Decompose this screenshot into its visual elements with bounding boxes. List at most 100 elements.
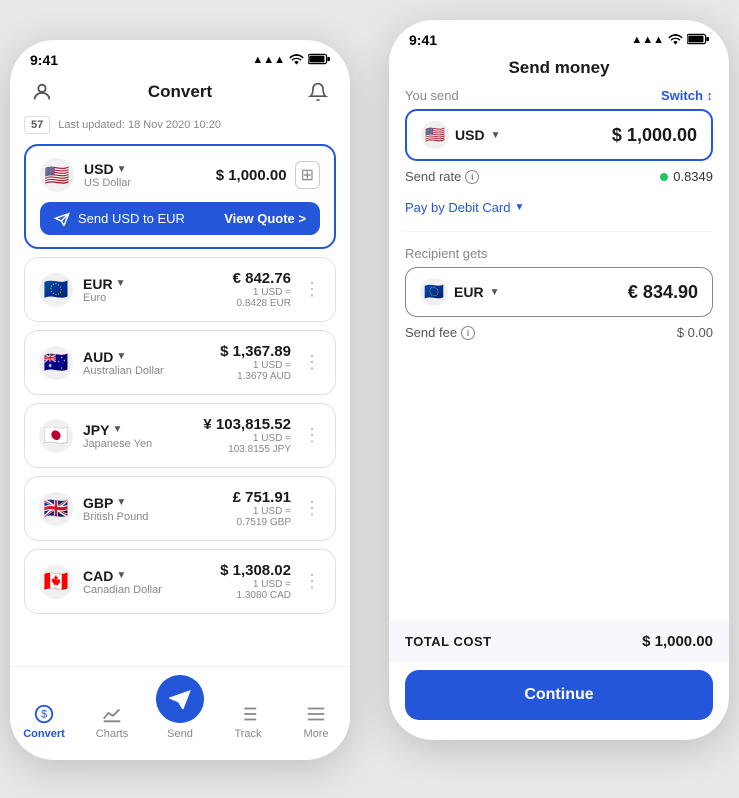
send-quote-row[interactable]: Send USD to EUR View Quote > [40,202,320,235]
gbp-more-icon[interactable]: ⋮ [299,498,321,519]
status-bar-right: 9:41 ▲▲▲ [389,20,729,52]
gbp-card[interactable]: 🇬🇧 GBP ▼ British Pound £ 751.91 1 USD =0… [24,476,336,541]
total-amount: $ 1,000.00 [642,633,713,650]
you-send-section: You send Switch ↕ 🇺🇸 USD ▼ $ 1,000.00 Se… [389,88,729,348]
you-send-label: You send [405,88,459,103]
eur-flag: 🇪🇺 [39,273,73,307]
aud-rate: 1 USD =1.3679 AUD [220,360,291,382]
send-fee-value: $ 0.00 [677,325,713,340]
send-amount: $ 1,000.00 [612,125,697,146]
usd-flag: 🇺🇸 [40,158,74,192]
battery-icon-right [687,33,709,48]
you-send-card[interactable]: 🇺🇸 USD ▼ $ 1,000.00 [405,109,713,161]
switch-button[interactable]: Switch ↕ [661,88,713,103]
nav-charts[interactable]: Charts [78,703,146,740]
jpy-code: JPY ▼ [83,422,152,438]
send-flag: 🇺🇸 [421,121,449,149]
nav-track[interactable]: Track [214,703,282,740]
aud-more-icon[interactable]: ⋮ [299,352,321,373]
divider-1 [405,231,713,232]
header-title-left: Convert [148,82,212,102]
eur-name: Euro [83,292,125,304]
wifi-icon-right [668,33,683,48]
jpy-name: Japanese Yen [83,438,152,450]
profile-icon[interactable] [28,78,56,106]
continue-button[interactable]: Continue [405,670,713,720]
cad-rate: 1 USD =1.3080 CAD [220,579,291,601]
send-fab[interactable] [156,675,204,723]
active-currency-card[interactable]: 🇺🇸 USD ▼ US Dollar $ 1,000. [24,144,336,249]
eur-rate: 1 USD =0.8428 EUR [233,287,291,309]
jpy-more-icon[interactable]: ⋮ [299,425,321,446]
battery-icon [308,53,330,68]
eur-code: EUR ▼ [83,276,125,292]
gbp-flag: 🇬🇧 [39,492,73,526]
signal-icon-right: ▲▲▲ [631,34,664,46]
send-currency-code: USD [455,127,485,143]
wifi-icon [289,53,304,68]
total-label: TOTAL COST [405,634,492,649]
send-rate-info-icon: i [465,170,479,184]
nav-more[interactable]: More [282,703,350,740]
usd-name: US Dollar [84,177,131,189]
spacer [389,348,729,613]
jpy-amount: ¥ 103,815.52 [203,416,291,433]
gbp-rate: 1 USD =0.7519 GBP [233,506,291,528]
view-quote-label[interactable]: View Quote > [224,211,306,226]
send-money-title: Send money [508,58,609,78]
send-rate-label: Send rate i [405,169,479,184]
eur-card[interactable]: 🇪🇺 EUR ▼ Euro € 842.76 1 USD =0.8428 EUR [24,257,336,322]
aud-amount: $ 1,367.89 [220,343,291,360]
gbp-amount: £ 751.91 [233,489,291,506]
cad-card[interactable]: 🇨🇦 CAD ▼ Canadian Dollar $ 1,308.02 1 US… [24,549,336,614]
jpy-card[interactable]: 🇯🇵 JPY ▼ Japanese Yen ¥ 103,815.52 1 USD… [24,403,336,468]
pay-by-debit-card[interactable]: Pay by Debit Card ▼ [405,200,524,215]
send-fee-row: Send fee i $ 0.00 [405,317,713,348]
send-rate-value: 0.8349 [660,169,713,184]
bell-icon[interactable] [304,78,332,106]
send-rate-row: Send rate i 0.8349 [405,161,713,192]
fee-info-icon: i [461,326,475,340]
bottom-nav: $ Convert Charts Send Track [10,666,350,760]
usd-code: USD ▼ [84,161,131,177]
recipient-flag: 🇪🇺 [420,278,448,306]
cad-more-icon[interactable]: ⋮ [299,571,321,592]
nav-track-label: Track [234,728,261,740]
eur-more-icon[interactable]: ⋮ [299,279,321,300]
nav-convert[interactable]: $ Convert [10,703,78,740]
recipient-gets-card[interactable]: 🇪🇺 EUR ▼ € 834.90 [405,267,713,317]
pay-method-chevron: ▼ [515,202,525,213]
cad-flag: 🇨🇦 [39,565,73,599]
status-bar-left: 9:41 ▲▲▲ [10,40,350,72]
right-phone: 9:41 ▲▲▲ Send money You send [389,20,729,740]
aud-code: AUD ▼ [83,349,164,365]
update-badge: 57 [24,116,50,134]
last-updated-bar: 57 Last updated: 18 Nov 2020 10:20 [24,116,336,134]
recipient-currency-selector[interactable]: 🇪🇺 EUR ▼ [420,278,499,306]
pay-method-row[interactable]: Pay by Debit Card ▼ [405,192,713,227]
recipient-currency-code: EUR [454,284,484,300]
nav-send[interactable]: Send [146,675,214,740]
signal-icon: ▲▲▲ [252,54,285,66]
send-fee-label: Send fee i [405,325,475,340]
left-phone: 9:41 ▲▲▲ Convert [10,40,350,760]
cad-name: Canadian Dollar [83,584,162,596]
status-time-left: 9:41 [30,52,58,68]
calculator-icon[interactable]: ⊞ [295,161,320,189]
nav-charts-label: Charts [96,728,128,740]
aud-card[interactable]: 🇦🇺 AUD ▼ Australian Dollar $ 1,367.89 1 … [24,330,336,395]
eur-amount: € 842.76 [233,270,291,287]
status-icons-right: ▲▲▲ [631,33,709,48]
jpy-rate: 1 USD =103.8155 JPY [203,433,291,455]
pay-method-label: Pay by Debit Card [405,200,511,215]
status-icons-left: ▲▲▲ [252,53,330,68]
gbp-code: GBP ▼ [83,495,148,511]
aud-name: Australian Dollar [83,365,164,377]
jpy-flag: 🇯🇵 [39,419,73,453]
send-usd-eur-label: Send USD to EUR [78,211,185,226]
send-currency-selector[interactable]: 🇺🇸 USD ▼ [421,121,500,149]
recipient-currency-arrow: ▼ [490,287,500,298]
cad-code: CAD ▼ [83,568,162,584]
last-updated-text: Last updated: 18 Nov 2020 10:20 [58,119,221,131]
recipient-amount: € 834.90 [628,282,698,303]
